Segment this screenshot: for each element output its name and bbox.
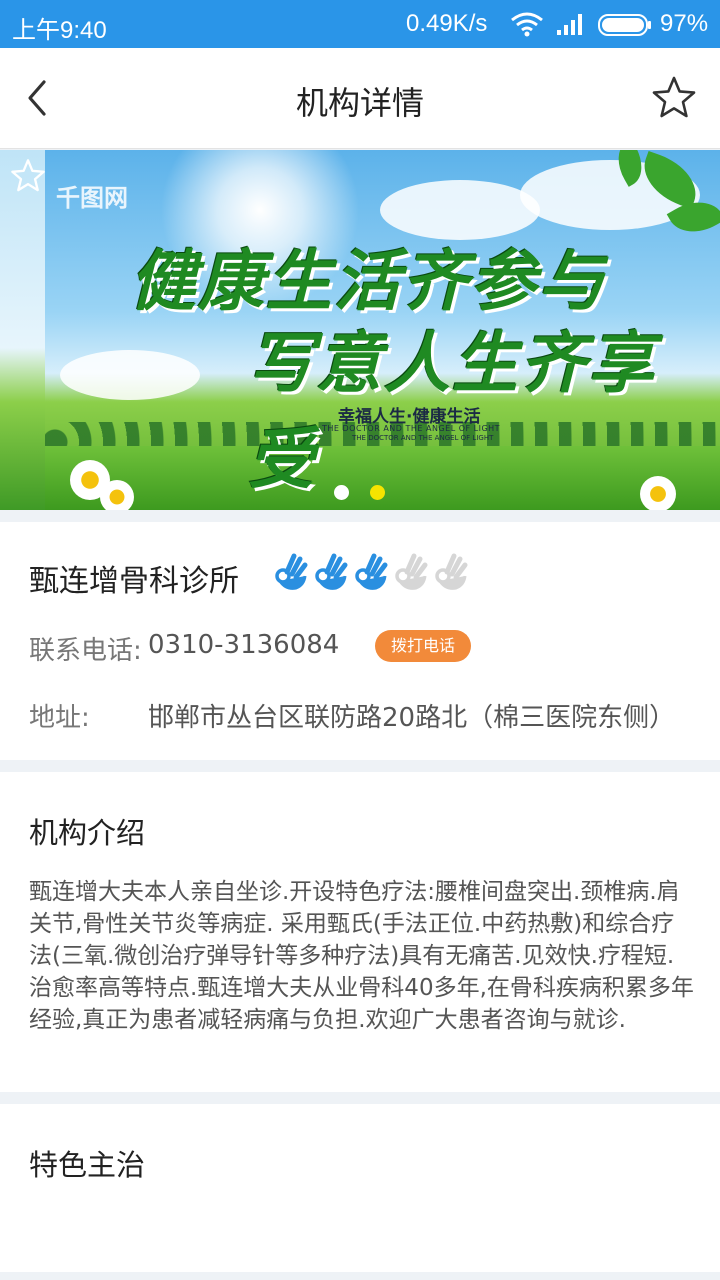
banner-subtitle-en: THE DOCTOR AND THE ANGEL OF LIGHT [322,424,501,433]
intro-title: 机构介绍 [29,816,146,850]
carousel-dot[interactable] [334,485,349,500]
intro-card: 机构介绍 甄连增大夫本人亲自坐诊.开设特色疗法:腰椎间盘突出.颈椎病.肩关节,骨… [0,772,720,1092]
phone-number: 0310-3136084 [148,630,340,660]
call-button[interactable]: 拨打电话 [375,630,471,662]
address-value: 邯郸市丛台区联防路20路北（棉三医院东侧） [148,703,676,733]
wifi-icon [510,11,544,44]
favorite-button[interactable] [651,75,697,121]
rating-hands [272,552,472,596]
intro-text: 甄连增大夫本人亲自坐诊.开设特色疗法:腰椎间盘突出.颈椎病.肩关节,骨性关节炎等… [29,879,694,1033]
ok-hand-icon [272,552,310,592]
cloud [60,350,200,400]
banner-slogan-line2: 写意人生齐享受 [248,324,656,498]
carousel-indicator [0,485,720,501]
address-label: 地址: [29,703,90,733]
status-net-speed: 0.49K/s [406,10,488,37]
banner-subtitle-en-2: THE DOCTOR AND THE ANGEL OF LIGHT [352,434,494,442]
clinic-info-card: 甄连增骨科诊所 联系电话: 0310-3136084 拨打电话 地址: 邯郸市丛… [0,522,720,760]
signal-icon [556,12,586,43]
top-app-bar: 机构详情 [0,48,720,149]
ok-hand-icon [352,552,390,592]
status-time: 上午9:40 [12,17,107,44]
page-title: 机构详情 [295,84,424,122]
features-title: 特色主治 [29,1148,146,1182]
banner-prev-slide[interactable] [0,150,45,510]
features-card: 特色主治 [0,1104,720,1272]
clinic-name: 甄连增骨科诊所 [29,564,239,599]
star-outline-icon [652,76,696,118]
phone-label: 联系电话: [29,636,142,666]
ok-hand-icon [392,552,430,592]
status-bar: 上午9:40 0.49K/s 97% [0,0,720,48]
carousel-dot-active[interactable] [370,485,385,500]
ok-hand-icon [312,552,350,592]
status-battery-pct: 97% [660,10,709,37]
banner-watermark: 千图网 [56,184,128,212]
banner-star-icon [10,158,46,194]
banner-carousel[interactable]: 千图网 健康生活齐参与 写意人生齐享受 幸福人生·健康生活 THE DOCTOR… [0,150,720,510]
ok-hand-icon [432,552,470,592]
battery-icon [598,14,652,43]
